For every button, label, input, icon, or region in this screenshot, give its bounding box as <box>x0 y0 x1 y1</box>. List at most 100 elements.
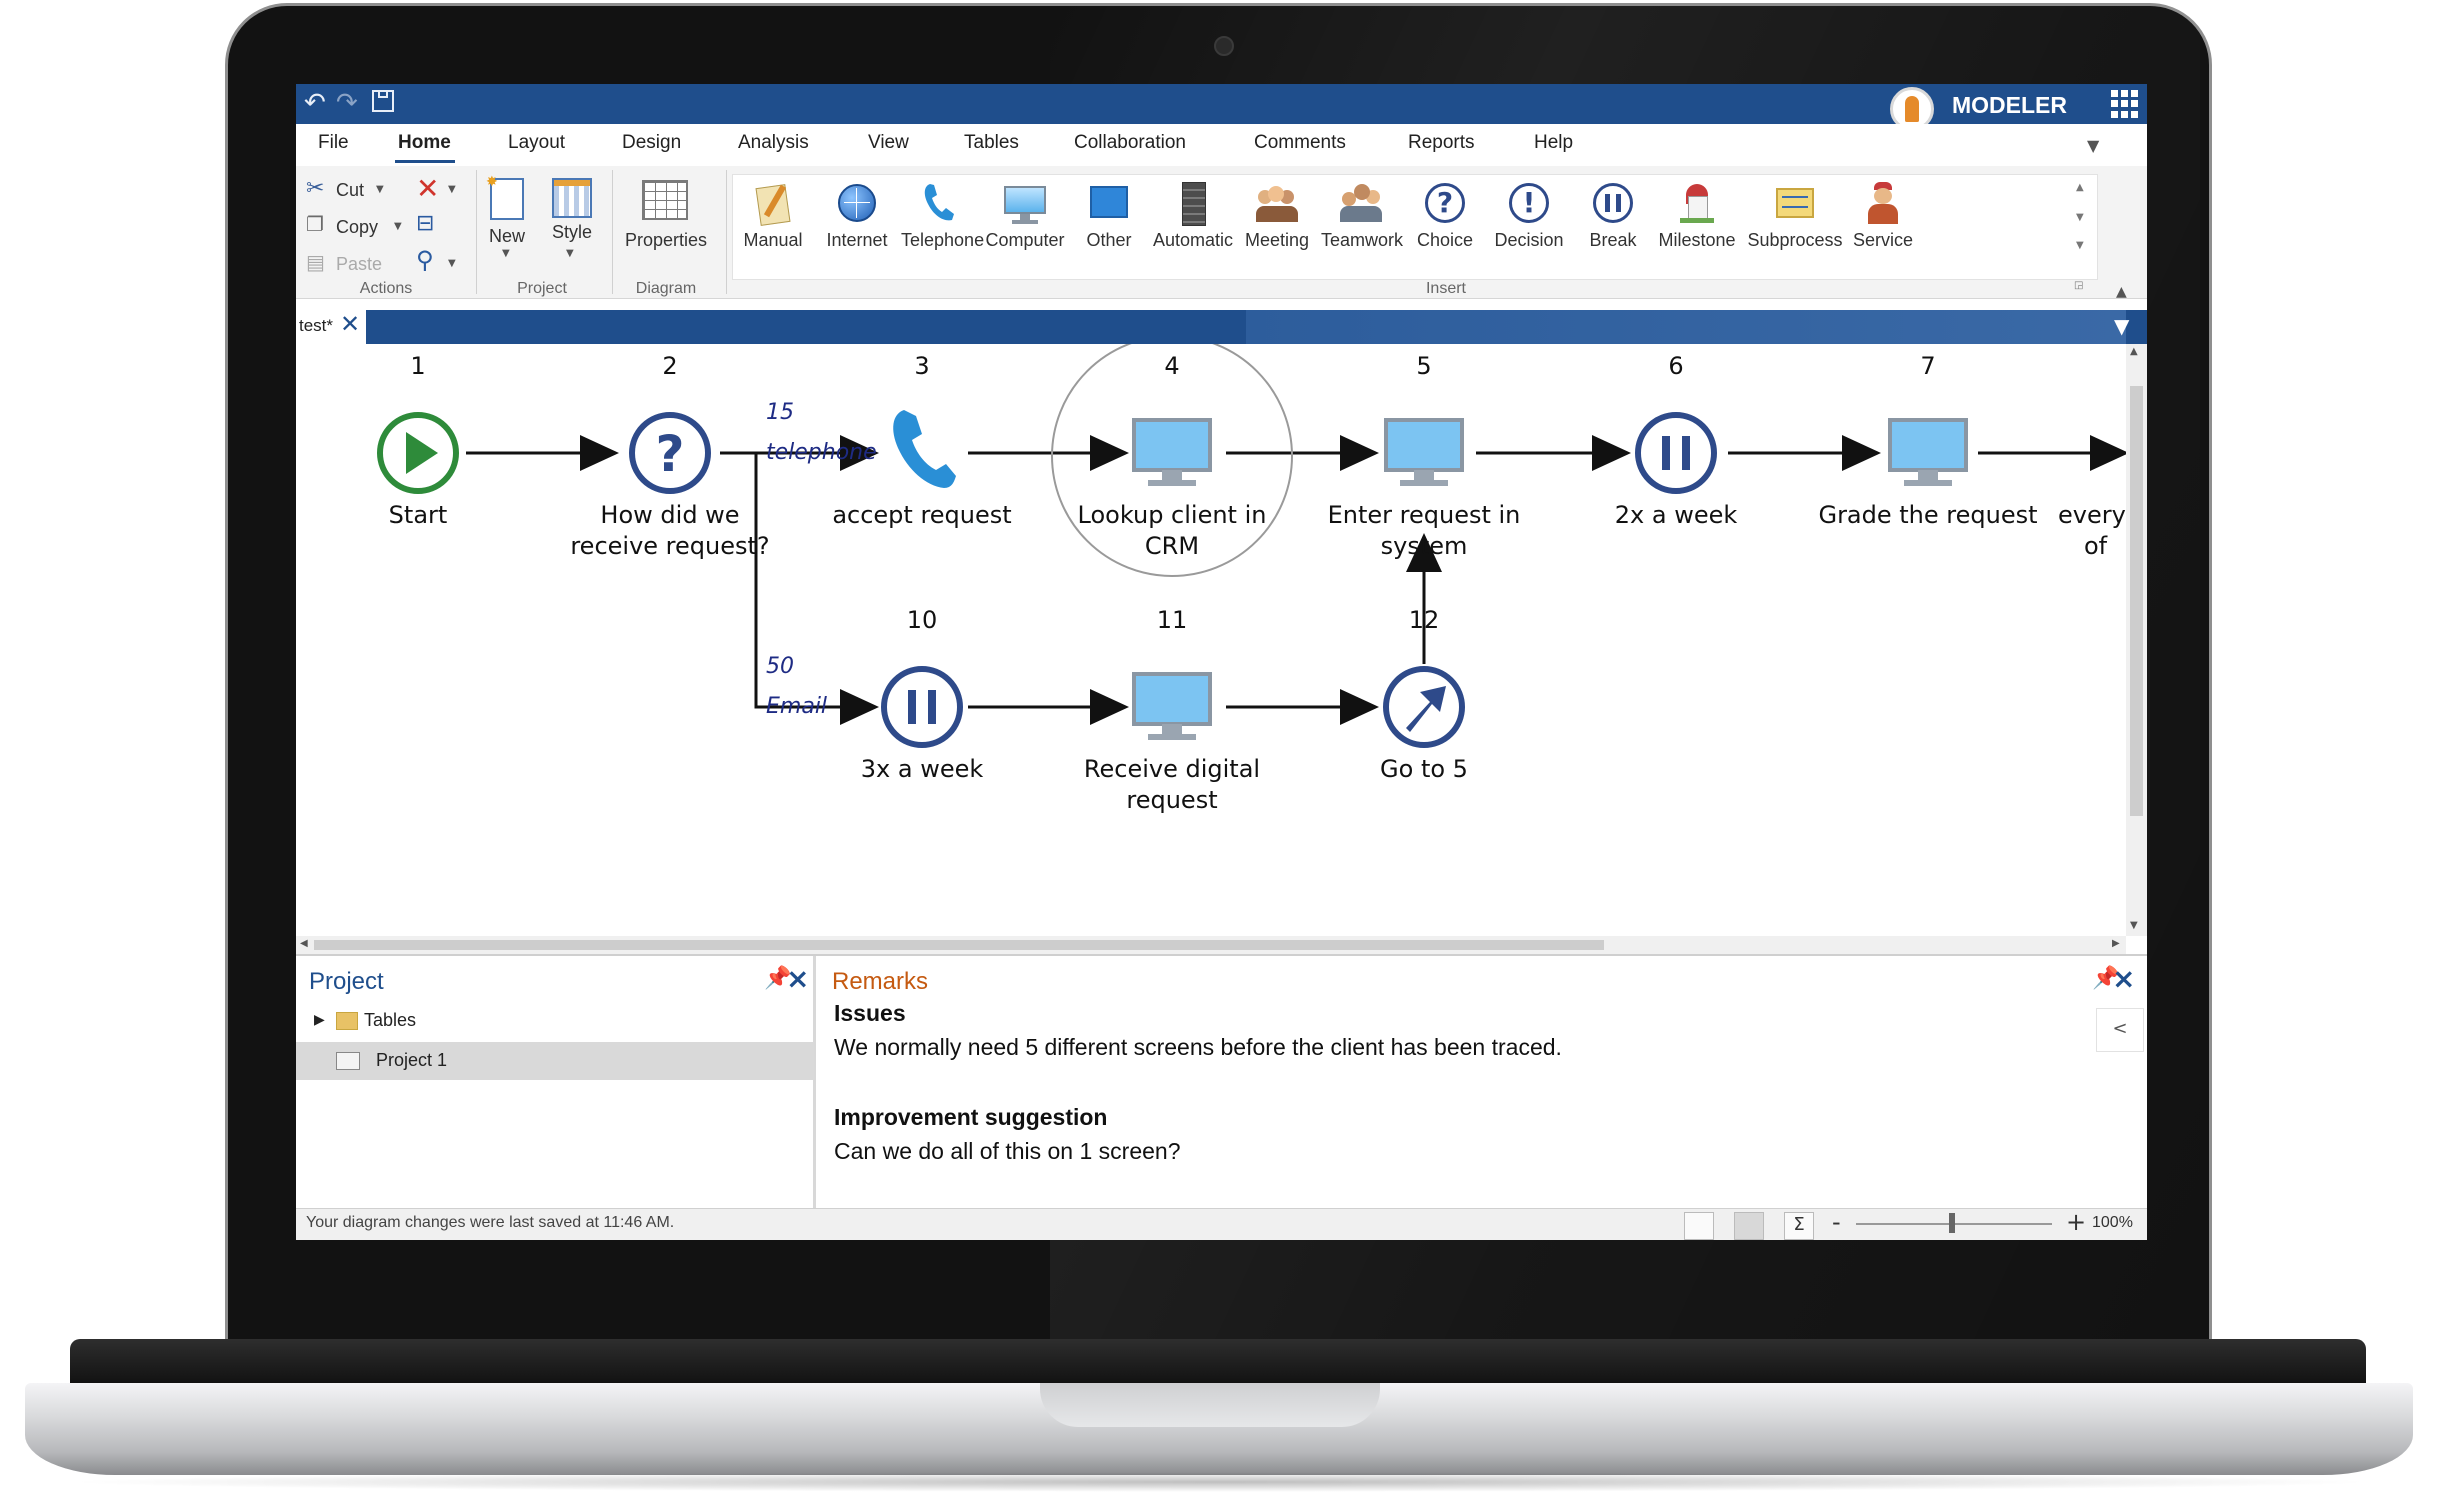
node-12-goto-arrow-icon <box>1383 666 1465 748</box>
align-icon[interactable]: ⊟ <box>416 211 434 236</box>
cut-button[interactable]: Cut <box>336 180 364 201</box>
insert-choice[interactable]: ? Choice <box>1405 180 1485 251</box>
remarks-collapse-button[interactable]: < <box>2096 1008 2144 1052</box>
insert-subprocess[interactable]: Subprocess <box>1747 180 1843 251</box>
insert-meeting[interactable]: Meeting <box>1237 180 1317 251</box>
zoom-out-button[interactable]: - <box>1832 1208 1841 1236</box>
ribbon-collapse-icon[interactable]: ▼ <box>2087 136 2099 155</box>
insert-service[interactable]: Service <box>1843 180 1923 251</box>
node-label[interactable]: accept request <box>802 500 1042 531</box>
insert-automatic[interactable]: Automatic <box>1153 180 1233 251</box>
menu-design[interactable]: Design <box>622 132 681 154</box>
node-label[interactable]: 2x a week <box>1556 500 1796 531</box>
menu-help[interactable]: Help <box>1534 132 1573 154</box>
style-dropdown-icon[interactable]: ▼ <box>566 248 574 259</box>
undo-icon[interactable]: ↶ <box>304 88 326 118</box>
insert-internet[interactable]: Internet <box>817 180 897 251</box>
node-label[interactable]: Start <box>318 500 518 531</box>
node-label[interactable]: Enter request in system <box>1304 500 1544 562</box>
cut-icon: ✂ <box>306 176 325 201</box>
ribbon-minimize-icon[interactable]: ▲ <box>2116 284 2127 300</box>
scroll-down-icon[interactable]: ▼ <box>2130 920 2138 931</box>
manual-icon <box>750 180 796 226</box>
node-label[interactable]: 3x a week <box>802 754 1042 785</box>
properties-icon[interactable] <box>642 180 688 220</box>
menu-collaboration[interactable]: Collaboration <box>1074 132 1186 154</box>
vertical-scroll-thumb[interactable] <box>2130 386 2143 816</box>
node-1-start-icon <box>377 412 459 494</box>
milestone-icon <box>1674 180 1720 226</box>
branch-value: 50 <box>766 654 794 679</box>
zoom-slider-thumb[interactable] <box>1949 1213 1955 1233</box>
scroll-left-icon[interactable]: ◀ <box>300 938 308 949</box>
insert-break[interactable]: Break <box>1573 180 1653 251</box>
tab-list-icon[interactable]: ▼ <box>2114 314 2129 338</box>
diagram-canvas[interactable]: ? 1 2 3 4 5 6 7 10 11 12 Start How did w… <box>296 344 2126 936</box>
menu-reports[interactable]: Reports <box>1408 132 1475 154</box>
node-11-computer-icon <box>1132 672 1212 740</box>
gallery-scroll-up-icon[interactable]: ▲ <box>2076 182 2084 193</box>
menu-analysis[interactable]: Analysis <box>738 132 809 154</box>
menu-view[interactable]: View <box>868 132 909 154</box>
scroll-up-icon[interactable]: ▲ <box>2130 346 2138 357</box>
scroll-right-icon[interactable]: ▶ <box>2112 938 2120 949</box>
insert-computer[interactable]: Computer <box>985 180 1065 251</box>
node-10-pause-icon <box>881 666 963 748</box>
node-label[interactable]: Grade the request <box>1808 500 2048 531</box>
remarks-heading: Improvement suggestion <box>834 1104 1108 1130</box>
paste-button[interactable]: Paste <box>336 254 382 275</box>
node-label[interactable]: Receive digital request <box>1052 754 1292 816</box>
properties-button[interactable]: Properties <box>616 230 716 251</box>
style-icon[interactable] <box>552 178 592 218</box>
copy-dropdown-icon[interactable]: ▼ <box>394 221 402 232</box>
expand-arrow-icon[interactable]: ▶ <box>314 1012 325 1028</box>
gallery-expand-icon[interactable]: ▼ <box>2076 240 2084 251</box>
tree-item-selected[interactable] <box>296 1042 814 1080</box>
insert-telephone[interactable]: Telephone <box>901 180 984 251</box>
branch-value: 15 <box>766 400 794 425</box>
layout-view-icon[interactable] <box>1734 1212 1764 1240</box>
copy-button[interactable]: Copy <box>336 217 378 238</box>
menu-layout[interactable]: Layout <box>508 132 565 154</box>
insert-manual[interactable]: Manual <box>733 180 813 251</box>
horizontal-scroll-thumb[interactable] <box>314 940 1604 950</box>
save-icon[interactable] <box>372 90 394 112</box>
search-dropdown-icon[interactable]: ▼ <box>448 258 456 269</box>
new-dropdown-icon[interactable]: ▼ <box>502 248 510 259</box>
sum-icon[interactable]: Σ <box>1784 1212 1814 1240</box>
menu-file[interactable]: File <box>318 132 349 154</box>
dialog-launcher-icon[interactable]: ◲ <box>2074 280 2083 291</box>
node-label[interactable]: Lookup client in CRM <box>1052 500 1292 562</box>
tree-item-project-1[interactable]: Project 1 <box>376 1050 447 1071</box>
app-grid-icon[interactable] <box>2111 90 2139 118</box>
search-icon[interactable]: ⚲ <box>416 246 434 274</box>
tree-item-tables[interactable]: Tables <box>364 1010 416 1031</box>
node-label[interactable]: How did we receive request? <box>550 500 790 562</box>
style-button[interactable]: Style <box>546 222 598 243</box>
zoom-in-button[interactable]: + <box>2066 1208 2086 1236</box>
project-panel <box>296 956 816 1240</box>
menu-tables[interactable]: Tables <box>964 132 1019 154</box>
new-button[interactable]: New <box>484 226 530 247</box>
menu-comments[interactable]: Comments <box>1254 132 1346 154</box>
delete-icon[interactable]: ✕ <box>416 172 439 205</box>
status-message: Your diagram changes were last saved at … <box>306 1214 675 1231</box>
insert-milestone[interactable]: Milestone <box>1657 180 1737 251</box>
node-number: 2 <box>662 352 678 380</box>
menu-home[interactable]: Home <box>398 132 451 154</box>
insert-teamwork[interactable]: Teamwork <box>1321 180 1403 251</box>
insert-decision[interactable]: ! Decision <box>1489 180 1569 251</box>
redo-icon[interactable]: ↷ <box>336 88 358 118</box>
close-tab-icon[interactable]: ✕ <box>340 310 360 338</box>
node-label[interactable]: Go to 5 <box>1304 754 1544 785</box>
new-document-icon[interactable]: ✸ <box>486 174 524 220</box>
close-panel-icon[interactable]: × <box>786 962 809 995</box>
delete-dropdown-icon[interactable]: ▼ <box>448 184 456 195</box>
fit-to-screen-icon[interactable] <box>1684 1212 1714 1240</box>
gallery-scroll-down-icon[interactable]: ▼ <box>2076 212 2084 223</box>
insert-other[interactable]: Other <box>1069 180 1149 251</box>
cut-dropdown-icon[interactable]: ▼ <box>376 184 384 195</box>
branch-label: Email <box>766 694 828 719</box>
node-label[interactable]: every of <box>2058 500 2126 562</box>
close-panel-icon[interactable]: × <box>2112 962 2135 995</box>
